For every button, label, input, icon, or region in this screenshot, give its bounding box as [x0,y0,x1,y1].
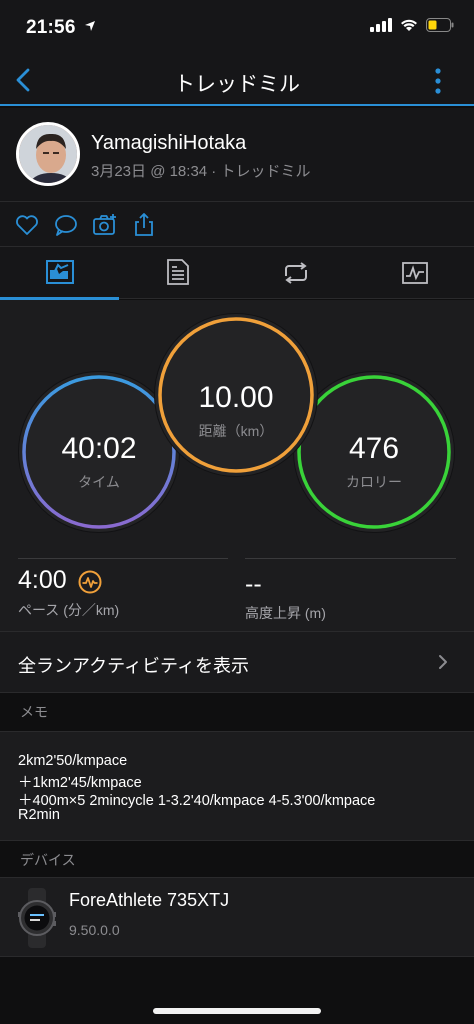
memo-content: 2km2'50/kmpace ＋1km2'45/kmpace ＋400m×5 2… [0,731,474,841]
calories-label: カロリー [346,474,402,490]
tab-charts[interactable] [356,247,474,299]
activity-date-type: 3月23日 @ 18:34 · トレッドミル [91,163,311,180]
more-options-icon[interactable] [430,66,446,96]
signal-icon [370,18,392,32]
elevation-label: 高度上昇 (m) [245,605,326,621]
like-heart-icon[interactable] [14,212,40,238]
social-actions [0,202,474,247]
activity-tabs [0,247,474,300]
view-all-runs-row[interactable]: 全ランアクティビティを表示 [0,631,474,693]
stats-list-icon [166,259,189,285]
avatar-portrait-icon [19,125,77,183]
pace-label: ペース (分／km) [18,602,120,618]
comment-icon[interactable] [53,212,79,238]
user-name[interactable]: YamagishiHotaka [91,132,246,155]
distance-stat-circle[interactable]: 10.00 距離（km） [155,314,317,476]
elevation-value: -- [245,570,262,598]
status-time: 21:56 [26,17,96,39]
laps-loop-icon [285,262,307,284]
memo-line: 2km2'50/kmpace [18,753,128,769]
watch-icon [18,888,56,948]
memo-line: R2min [18,807,60,823]
device-header: デバイス [20,852,76,868]
pace-value: 4:00 [18,566,67,594]
device-firmware-version: 9.50.0.0 [69,922,120,938]
activity-header: YamagishiHotaka 3月23日 @ 18:34 · トレッドミル [0,108,474,202]
distance-value: 10.00 [198,381,274,414]
home-indicator[interactable] [153,1008,321,1014]
calories-value: 476 [348,432,400,465]
status-icons [370,18,454,32]
chevron-right-icon [439,655,447,669]
device-section-header: デバイス [0,841,474,877]
distance-label: 距離（km） [198,423,274,439]
memo-line: ＋400m×5 2mincycle 1-3.2'40/kmpace 4-5.3'… [18,793,376,809]
tab-laps[interactable] [237,247,356,299]
add-photo-camera-icon[interactable] [92,212,118,238]
divider [18,558,228,559]
page-title: トレッドミル [174,73,300,96]
divider [245,558,456,559]
tab-overview[interactable] [0,247,119,300]
memo-header: メモ [20,704,48,720]
memo-section-header: メモ [0,693,474,731]
overview-chart-icon [46,260,74,284]
view-all-runs-label: 全ランアクティビティを表示 [18,656,249,676]
wifi-icon [401,19,417,31]
battery-icon [426,18,454,32]
device-row[interactable]: ForeAthlete 735XTJ 9.50.0.0 [0,877,474,957]
charts-graph-icon [401,262,428,284]
avatar[interactable] [16,122,80,186]
calories-stat-circle[interactable]: 476 カロリー [294,372,454,532]
pace-pulse-icon[interactable] [78,570,102,594]
device-name: ForeAthlete 735XTJ [69,890,230,910]
nav-bar: トレッドミル [0,56,474,106]
location-arrow-icon [85,21,96,31]
share-icon[interactable] [131,212,157,238]
tab-stats[interactable] [119,247,238,299]
back-arrow-icon[interactable] [10,65,40,95]
status-bar: 21:56 [0,0,474,56]
